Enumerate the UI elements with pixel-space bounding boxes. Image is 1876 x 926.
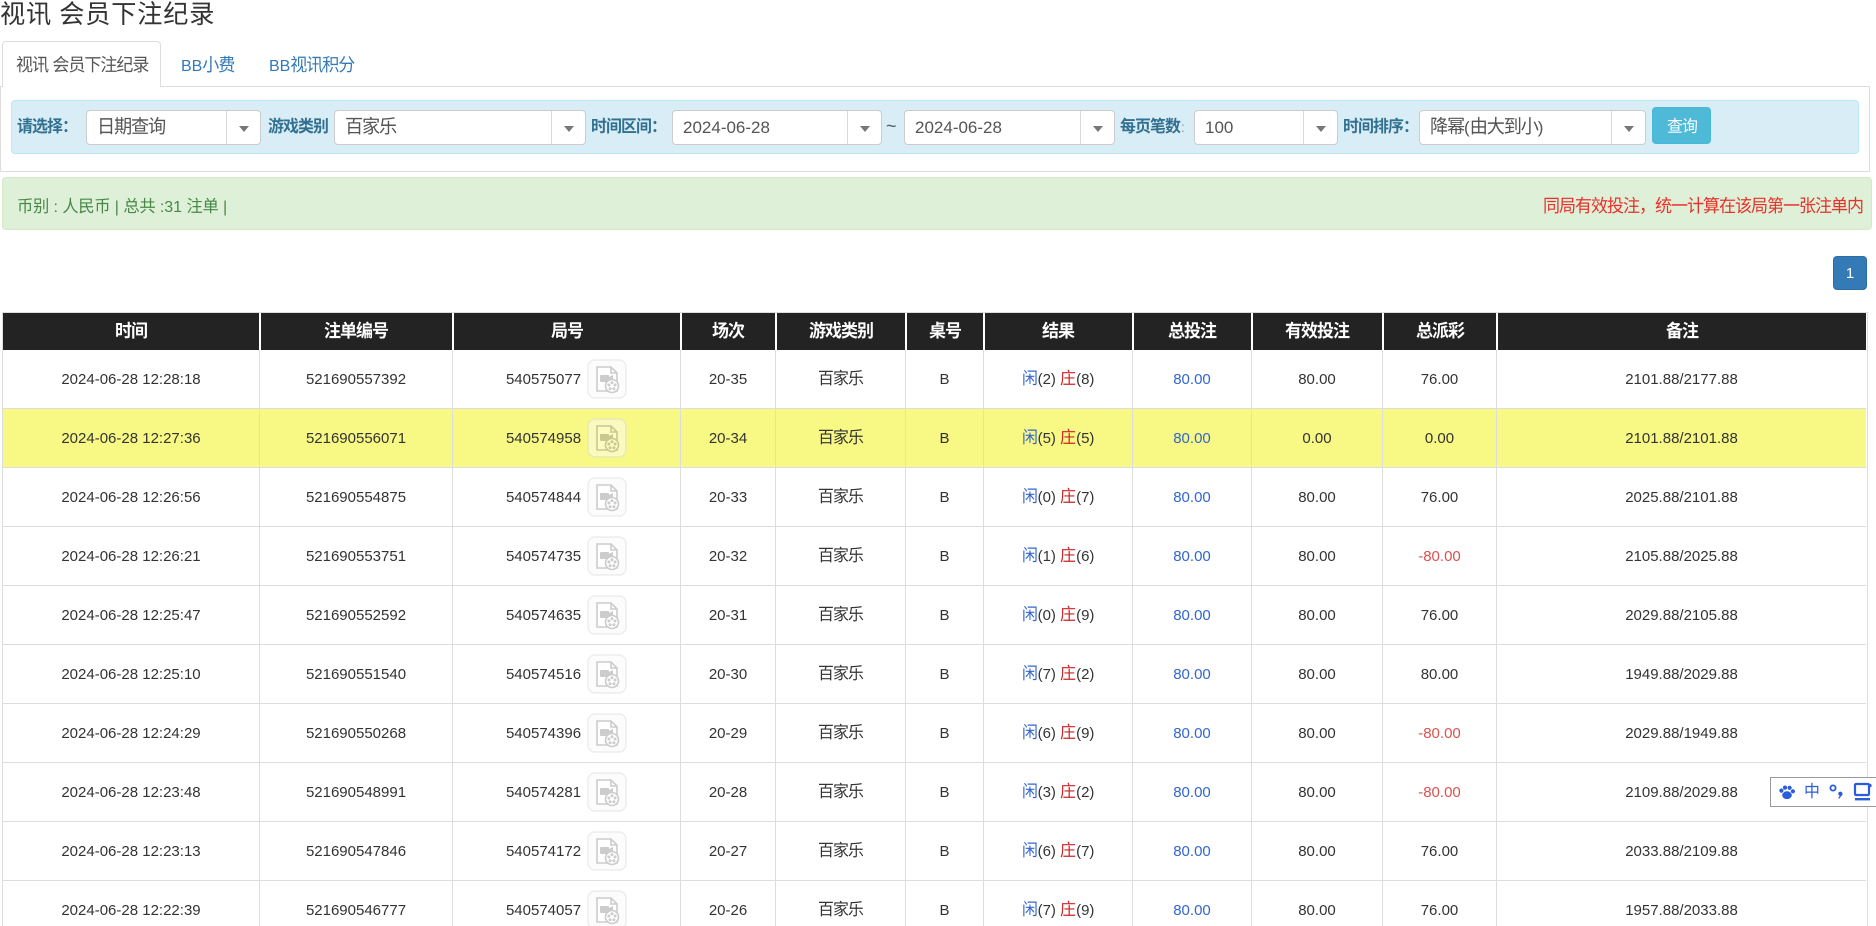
svg-text:|: | bbox=[219, 199, 228, 216]
svg-text:2024-06-28: 2024-06-28 bbox=[915, 118, 1002, 137]
svg-text::: : bbox=[49, 199, 62, 216]
svg-text:): ) bbox=[1538, 118, 1544, 137]
svg-text:|: | bbox=[110, 199, 123, 216]
svg-text:(: ( bbox=[1464, 118, 1470, 137]
svg-text::31: :31 bbox=[155, 199, 186, 216]
svg-text:2024-06-28: 2024-06-28 bbox=[683, 118, 770, 137]
svg-text:BB: BB bbox=[181, 58, 202, 75]
svg-text:100: 100 bbox=[1205, 118, 1233, 137]
svg-text:BB: BB bbox=[269, 58, 290, 75]
